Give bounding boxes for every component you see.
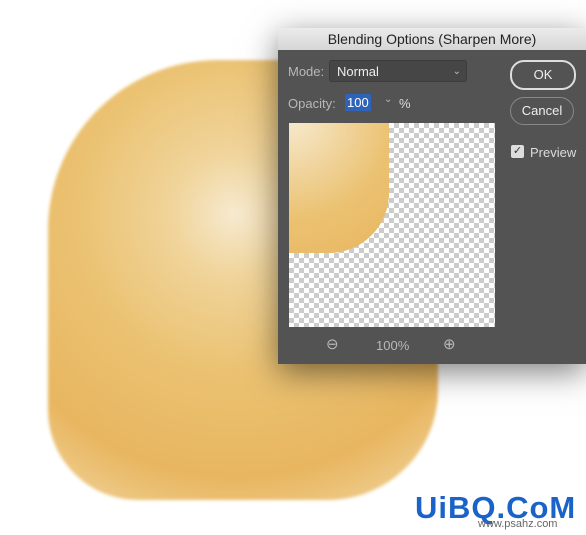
preview-checkbox[interactable]: ✓ xyxy=(511,145,524,158)
mode-select[interactable]: Normal ⌄ xyxy=(329,60,467,82)
ok-button[interactable]: OK xyxy=(510,60,576,90)
opacity-unit: % xyxy=(399,96,411,111)
blending-options-dialog: Blending Options (Sharpen More) Mode: No… xyxy=(278,28,586,364)
zoom-level: 100% xyxy=(376,338,410,353)
dialog-title: Blending Options (Sharpen More) xyxy=(278,28,586,50)
preview-label: Preview xyxy=(530,145,577,160)
chevron-down-icon[interactable]: ⌄ xyxy=(384,94,392,105)
mode-value: Normal xyxy=(337,64,379,79)
opacity-label: Opacity: xyxy=(288,96,336,111)
watermark-url: www.psahz.com xyxy=(478,518,558,530)
opacity-input[interactable]: 100 xyxy=(345,94,371,111)
zoom-out-icon[interactable]: ⊖ xyxy=(326,335,339,353)
mode-label: Mode: xyxy=(288,64,325,79)
cancel-button[interactable]: Cancel xyxy=(510,97,574,125)
zoom-in-icon[interactable]: ⊕ xyxy=(443,335,456,353)
chevron-down-icon: ⌄ xyxy=(452,66,461,77)
preview-canvas xyxy=(289,123,495,327)
